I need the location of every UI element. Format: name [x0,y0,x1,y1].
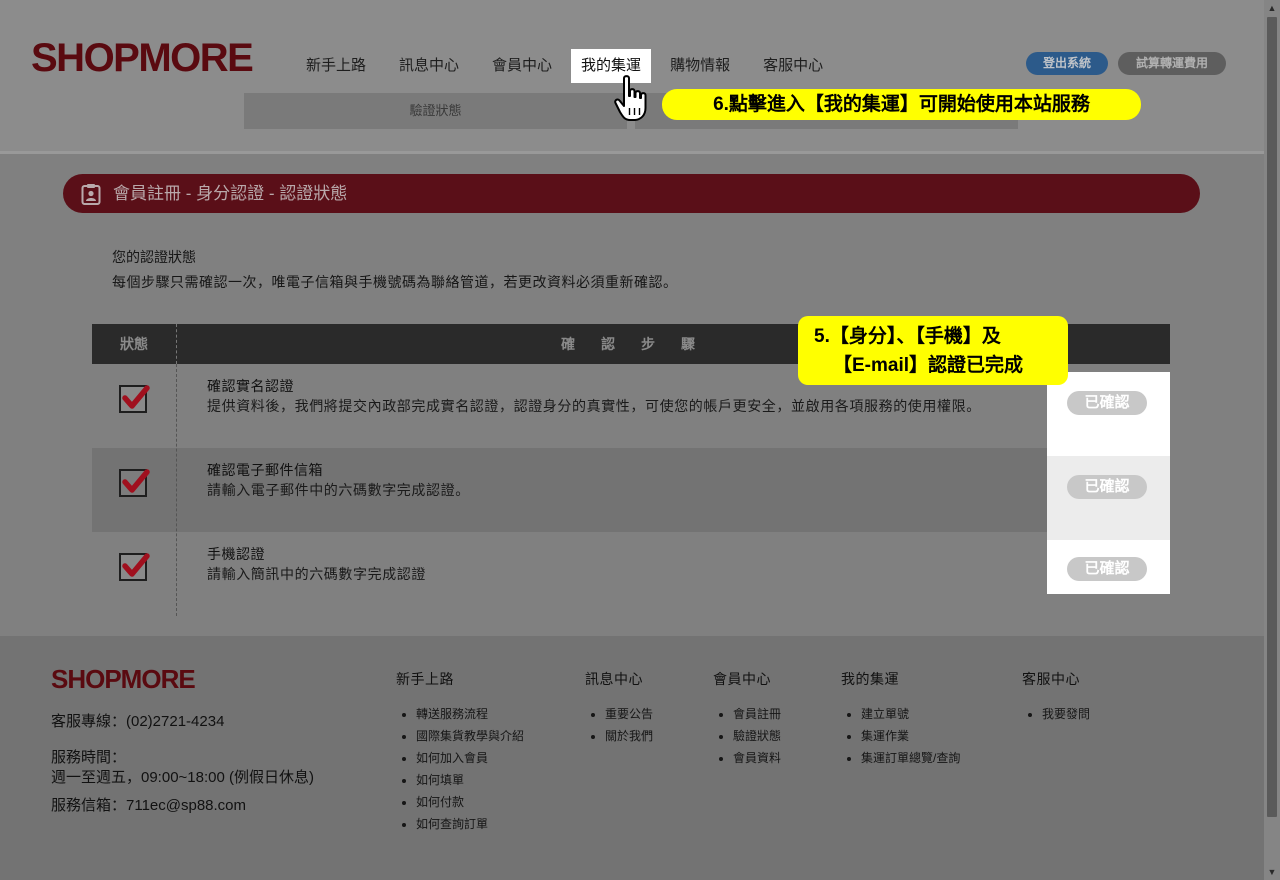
footer-link[interactable]: 我要發問 [1042,703,1090,725]
footer-link[interactable]: 國際集貨教學與介紹 [416,725,524,747]
site-logo[interactable]: SHOPMORE [31,34,254,82]
column-divider [176,364,177,616]
step-description: 請輸入簡訊中的六碼數字完成認證 [207,566,426,582]
step-title: 確認電子郵件信箱 [207,462,323,478]
nav-item-5[interactable]: 客服中心 [749,49,837,83]
footer-link[interactable]: 重要公告 [605,703,653,725]
nav-item-2[interactable]: 會員中心 [478,49,566,83]
footer-column-title: 訊息中心 [585,671,643,687]
checkbox-checked-icon [119,385,150,413]
logout-button[interactable]: 登出系統 [1026,52,1108,75]
clipboard-id-icon [81,184,101,205]
footer-column: 客服中心我要發問 [1022,669,1090,725]
footer-column-title: 客服中心 [1022,671,1080,687]
footer-email: 服務信箱：711ec@sp88.com [51,797,247,814]
status-cell: 已確認 [1047,372,1170,456]
scroll-up-arrow-icon[interactable]: ▲ [1264,0,1280,16]
footer-hours: 週一至週五，09:00~18:00 (例假日休息) [51,769,314,786]
footer-column: 訊息中心重要公告關於我們 [585,669,653,747]
footer-column-title: 會員中心 [713,671,771,687]
footer-link-list: 建立單號集運作業集運訂單總覽/查詢 [841,703,960,769]
status-column-highlight: 已確認 已確認 已確認 [1047,372,1170,594]
scroll-thumb[interactable] [1267,17,1277,817]
footer-link-list: 轉送服務流程國際集貨教學與介紹如何加入會員如何填單如何付款如何查詢訂單 [396,703,524,835]
callout-step5-line2: 【E-mail】認證已完成 [833,355,1024,376]
nav-item-0[interactable]: 新手上路 [292,49,380,83]
footer-column: 我的集運建立單號集運作業集運訂單總覽/查詢 [841,669,960,769]
header-divider [176,324,177,364]
footer-link[interactable]: 轉送服務流程 [416,703,524,725]
intro-title: 您的認證狀態 [112,249,196,265]
header-status: 狀態 [120,336,148,352]
footer-link-list: 重要公告關於我們 [585,703,653,747]
footer-link[interactable]: 如何加入會員 [416,747,524,769]
hand-pointer-icon [614,75,647,121]
tutorial-callout-step5: 5.【身分】、【手機】及 【E-mail】認證已完成 [798,316,1068,385]
nav-item-1[interactable]: 訊息中心 [385,49,473,83]
main-nav: 新手上路 訊息中心 會員中心 我的集運 購物情報 客服中心 [292,49,842,83]
footer-phone: 客服專線：(02)2721-4234 [51,713,225,730]
step-description: 請輸入電子郵件中的六碼數字完成認證。 [207,482,470,498]
table-row: 確認電子郵件信箱請輸入電子郵件中的六碼數字完成認證。 [92,448,1170,532]
footer-link-list: 會員註冊驗證狀態會員資料 [713,703,781,769]
footer-link[interactable]: 集運作業 [861,725,960,747]
footer-link[interactable]: 如何付款 [416,791,524,813]
footer-link[interactable]: 如何查詢訂單 [416,813,524,835]
footer-link[interactable]: 會員註冊 [733,703,781,725]
confirmed-status-button[interactable]: 已確認 [1067,475,1147,499]
footer-link[interactable]: 會員資料 [733,747,781,769]
status-cell: 已確認 [1047,456,1170,540]
shipping-calculator-button[interactable]: 試算轉運費用 [1118,52,1226,75]
footer-column-title: 我的集運 [841,671,899,687]
footer-link[interactable]: 關於我們 [605,725,653,747]
submenu-verification-status[interactable]: 驗證狀態 [244,93,627,129]
scroll-down-arrow-icon[interactable]: ▼ [1264,864,1280,880]
footer-hours-label: 服務時間： [51,749,127,766]
checkbox-checked-icon [119,469,150,497]
footer-column: 會員中心會員註冊驗證狀態會員資料 [713,669,781,769]
callout-step5-line1: 5.【身分】、【手機】及 [814,326,1001,347]
step-title: 確認實名認證 [207,378,294,394]
checkbox-checked-icon [119,553,150,581]
tutorial-callout-step6: 6.點擊進入【我的集運】可開始使用本站服務 [662,89,1141,120]
footer-link[interactable]: 如何填單 [416,769,524,791]
footer-link[interactable]: 集運訂單總覽/查詢 [861,747,960,769]
footer-logo: SHOPMORE [51,664,196,694]
vertical-scrollbar[interactable]: ▲ ▼ [1264,0,1280,880]
status-cell: 已確認 [1047,540,1170,624]
footer-column: 新手上路轉送服務流程國際集貨教學與介紹如何加入會員如何填單如何付款如何查詢訂單 [396,669,524,835]
footer-link[interactable]: 驗證狀態 [733,725,781,747]
nav-item-4[interactable]: 購物情報 [656,49,744,83]
table-row: 手機認證請輸入簡訊中的六碼數字完成認證 [92,532,1170,616]
footer-link[interactable]: 建立單號 [861,703,960,725]
confirmed-status-button[interactable]: 已確認 [1067,557,1147,581]
step-title: 手機認證 [207,546,265,562]
footer-column-title: 新手上路 [396,671,454,687]
section-title-bar: 會員註冊 - 身分認證 - 認證狀態 [63,174,1200,213]
section-title: 會員註冊 - 身分認證 - 認證狀態 [113,184,348,203]
footer-link-list: 我要發問 [1022,703,1090,725]
page: SHOPMORE 新手上路 訊息中心 會員中心 我的集運 購物情報 客服中心 登出系統 試… [0,0,1264,880]
confirmed-status-button[interactable]: 已確認 [1067,391,1147,415]
intro-text: 每個步驟只需確認一次，唯電子信箱與手機號碼為聯絡管道，若更改資料必須重新確認。 [112,274,678,290]
site-footer: SHOPMORE 客服專線：(02)2721-4234 服務時間： 週一至週五，… [0,636,1264,880]
step-description: 提供資料後，我們將提交內政部完成實名認證，認證身分的真實性，可使您的帳戶更安全，… [207,398,981,414]
